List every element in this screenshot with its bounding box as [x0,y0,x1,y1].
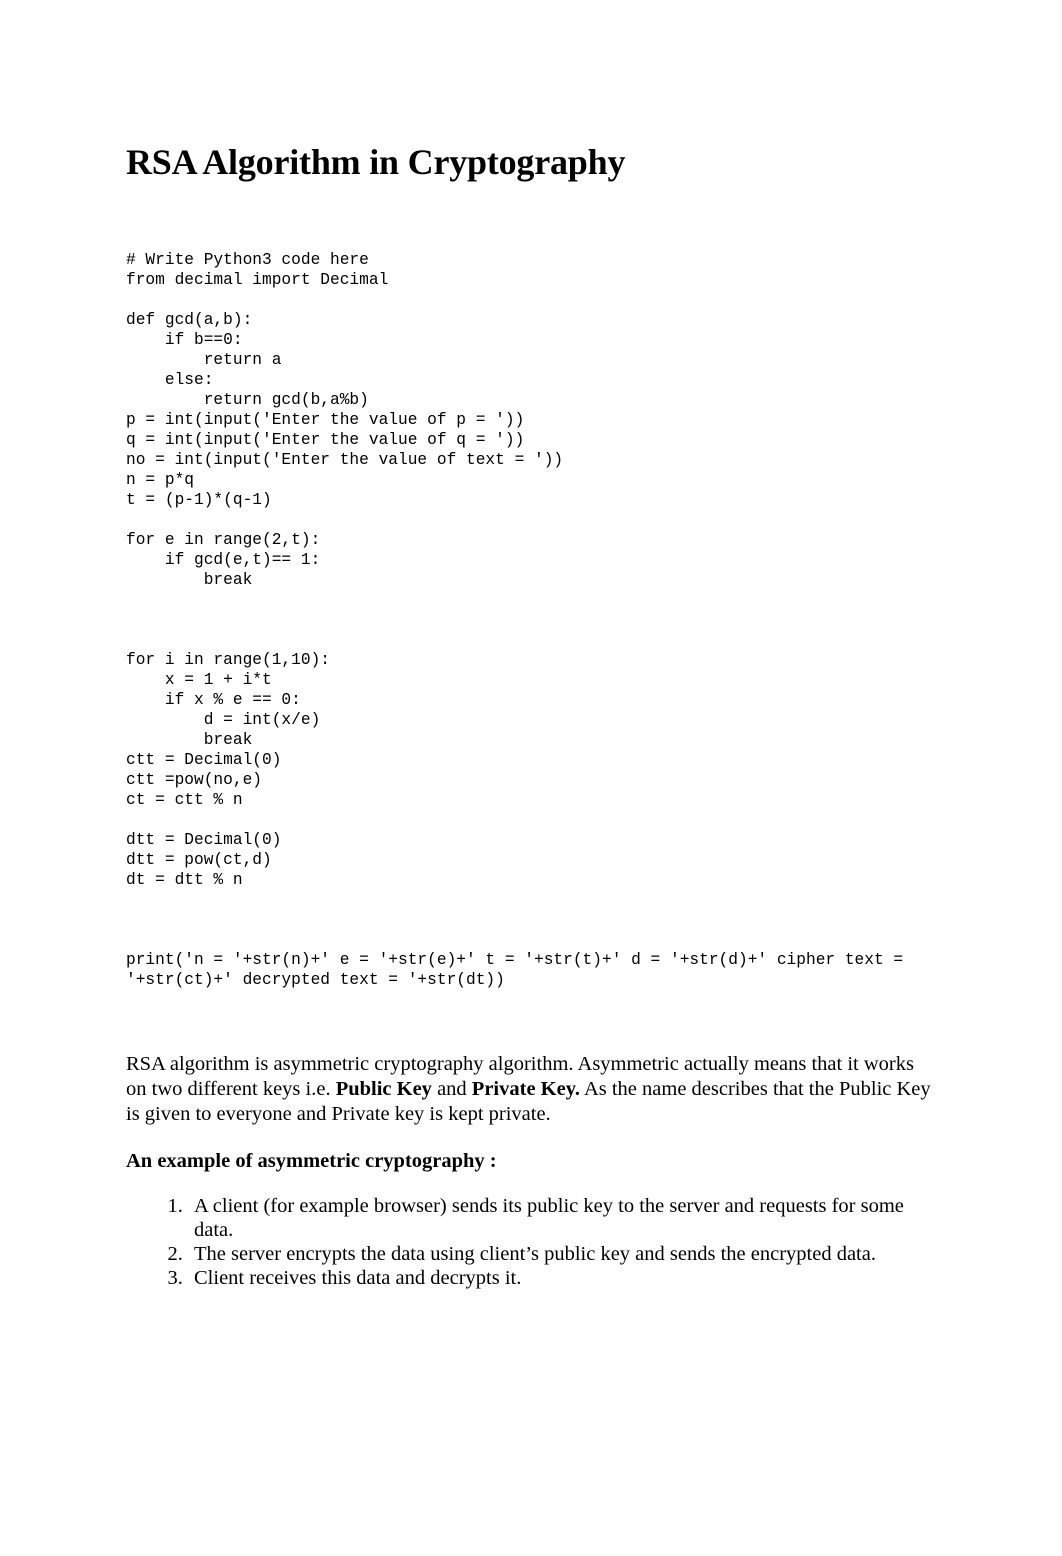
python-code-block: # Write Python3 code here from decimal im… [126,210,938,1030]
intro-paragraph-part2: and [431,1078,472,1100]
code-line: no = int(input('Enter the value of text … [126,451,564,469]
document-content: RSA Algorithm in Cryptography # Write Py… [126,140,938,1290]
private-key-term: Private Key. [471,1078,580,1100]
code-line: q = int(input('Enter the value of q = ')… [126,431,525,449]
code-line: return a [126,351,282,369]
code-line: d = int(x/e) [126,711,321,729]
page-title: RSA Algorithm in Cryptography [126,142,626,182]
code-line: dt = dtt % n [126,871,243,889]
code-line: else: [126,371,214,389]
code-line: break [126,731,253,749]
code-line: t = (p-1)*(q-1) [126,491,272,509]
code-line: if gcd(e,t)== 1: [126,551,321,569]
code-line: ct = ctt % n [126,791,243,809]
code-print-statement: print('n = '+str(n)+' e = '+str(e)+' t =… [126,951,913,989]
code-line: if b==0: [126,331,243,349]
asymmetric-steps-list: A client (for example browser) sends its… [126,1194,948,1290]
code-line: p = int(input('Enter the value of p = ')… [126,411,525,429]
code-line: for i in range(1,10): [126,651,330,669]
code-line: def gcd(a,b): [126,311,253,329]
code-line: x = 1 + i*t [126,671,272,689]
code-line: # Write Python3 code here [126,251,369,269]
code-line: n = p*q [126,471,194,489]
code-line: dtt = Decimal(0) [126,831,282,849]
list-item: The server encrypts the data using clien… [188,1242,922,1266]
document-page: RSA Algorithm in Cryptography # Write Py… [0,0,1062,1556]
code-line: break [126,571,253,589]
code-line: dtt = pow(ct,d) [126,851,272,869]
code-lines-container: # Write Python3 code here from decimal im… [126,250,938,910]
public-key-term: Public Key [335,1078,432,1100]
section-heading-example: An example of asymmetric cryptography : [126,1150,497,1172]
code-line: ctt =pow(no,e) [126,771,262,789]
code-line: return gcd(b,a%b) [126,391,369,409]
code-line: for e in range(2,t): [126,531,321,549]
code-line: ctt = Decimal(0) [126,751,282,769]
code-line: if x % e == 0: [126,691,301,709]
list-item: Client receives this data and decrypts i… [188,1266,922,1290]
intro-paragraph: RSA algorithm is asymmetric cryptography… [126,1052,934,1127]
list-item: A client (for example browser) sends its… [188,1194,922,1242]
code-line: from decimal import Decimal [126,271,389,289]
